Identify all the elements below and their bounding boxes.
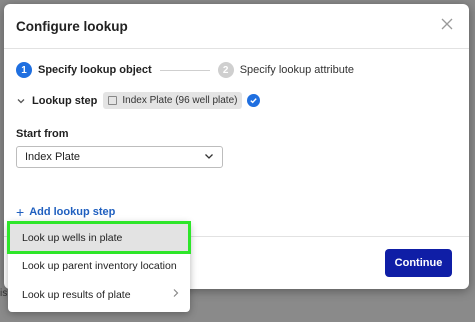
lookup-step-label: Lookup step xyxy=(32,94,98,107)
continue-button[interactable]: Continue xyxy=(385,249,452,277)
chip-text: Index Plate (96 well plate) xyxy=(122,95,238,106)
step-2-label: Specify lookup attribute xyxy=(239,64,355,76)
lookup-object-chip: Index Plate (96 well plate) xyxy=(103,92,243,109)
start-from-label: Start from xyxy=(16,128,69,140)
chevron-right-icon xyxy=(172,288,180,301)
menu-item-label: Look up wells in plate xyxy=(22,231,123,244)
modal-header: Configure lookup xyxy=(4,4,469,49)
step-2-number: 2 xyxy=(217,62,234,78)
step-1-number: 1 xyxy=(16,62,32,78)
add-lookup-step-button[interactable]: + Add lookup step xyxy=(16,204,115,220)
backdrop-content: is xyxy=(0,288,8,299)
start-from-value: Index Plate xyxy=(25,151,81,163)
step-connector xyxy=(159,69,210,71)
plus-icon: + xyxy=(16,204,25,220)
lookup-step-row: Lookup step Index Plate (96 well plate) xyxy=(16,92,261,109)
stepper: 1 Specify lookup object 2 Specify lookup… xyxy=(16,62,354,78)
menu-item-results-of-plate[interactable]: Look up results of plate xyxy=(8,280,190,309)
step-1-label: Specify lookup object xyxy=(38,64,152,76)
menu-item-wells-in-plate[interactable]: Look up wells in plate xyxy=(7,221,191,254)
menu-item-parent-location[interactable]: Look up parent inventory location xyxy=(8,251,190,280)
check-circle-icon xyxy=(247,94,261,107)
start-from-select[interactable]: Index Plate xyxy=(16,146,223,168)
close-icon[interactable] xyxy=(441,18,455,32)
menu-item-label: Look up results of plate xyxy=(22,288,131,301)
plate-icon xyxy=(108,96,118,105)
add-lookup-step-label: Add lookup step xyxy=(29,206,116,218)
chevron-down-icon[interactable] xyxy=(16,96,26,106)
modal-title: Configure lookup xyxy=(16,18,128,34)
lookup-options-menu: Look up wells in plate Look up parent in… xyxy=(7,221,191,312)
chevron-down-icon xyxy=(204,151,214,164)
menu-item-label: Look up parent inventory location xyxy=(22,259,177,272)
